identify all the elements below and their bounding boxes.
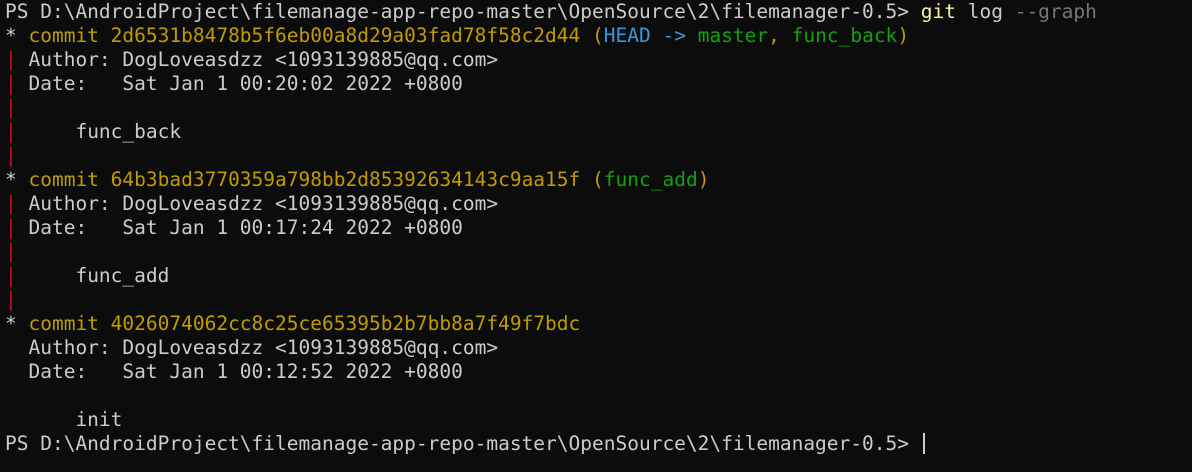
graph-bar: |	[5, 96, 17, 119]
prompt-path: PS D:\AndroidProject\filemanage-app-repo…	[5, 432, 921, 455]
ref-comma: ,	[768, 24, 792, 47]
commit-author: Author: DogLoveasdzz <1093139885@qq.com>	[5, 336, 499, 359]
graph-bar: |	[5, 48, 17, 71]
graph-spacer-line: |	[5, 288, 1192, 312]
commit-header-line: * commit 64b3bad3770359a798bb2d853926341…	[5, 168, 1192, 192]
commit-message-line: init	[5, 408, 1192, 432]
refs-open-paren: (	[580, 24, 604, 47]
commit-hash[interactable]: 2d6531b8478b5f6eb00a8d29a03fad78f58c2d44	[111, 24, 581, 47]
terminal-output[interactable]: PS D:\AndroidProject\filemanage-app-repo…	[5, 0, 1192, 472]
commit-message-line: | func_add	[5, 264, 1192, 288]
graph-node-star: *	[5, 312, 29, 335]
commit-message: init	[5, 408, 123, 431]
commit-header-line: * commit 4026074062cc8c25ce65395b2b7bb8a…	[5, 312, 1192, 336]
graph-bar: |	[5, 120, 17, 143]
commit-date-line: | Date: Sat Jan 1 00:20:02 2022 +0800	[5, 72, 1192, 96]
graph-bar: |	[5, 72, 17, 95]
graph-bar: |	[5, 288, 17, 311]
graph-spacer-line: |	[5, 144, 1192, 168]
commit-author: Author: DogLoveasdzz <1093139885@qq.com>	[16, 192, 499, 215]
prompt-path: PS D:\AndroidProject\filemanage-app-repo…	[5, 0, 921, 23]
graph-spacer-line: |	[5, 240, 1192, 264]
text-cursor[interactable]	[922, 433, 925, 454]
commit-date-line: Date: Sat Jan 1 00:12:52 2022 +0800	[5, 360, 1192, 384]
commit-header-line: * commit 2d6531b8478b5f6eb00a8d29a03fad7…	[5, 24, 1192, 48]
graph-spacer-line: |	[5, 96, 1192, 120]
graph-bar: |	[5, 264, 17, 287]
graph-bar: |	[5, 216, 17, 239]
ref-branch-func-add: func_add	[603, 168, 698, 191]
command-arg-log: log	[967, 0, 1003, 23]
commit-author-line: | Author: DogLoveasdzz <1093139885@qq.co…	[5, 192, 1192, 216]
graph-node-star: *	[5, 24, 29, 47]
refs-open-paren: (	[580, 168, 604, 191]
commit-date-line: | Date: Sat Jan 1 00:17:24 2022 +0800	[5, 216, 1192, 240]
commit-message-line: | func_back	[5, 120, 1192, 144]
commit-message: func_back	[16, 120, 182, 143]
command-flag-graph: --graph	[1014, 0, 1097, 23]
ref-branch-master: master	[697, 24, 769, 47]
commit-date: Date: Sat Jan 1 00:20:02 2022 +0800	[16, 72, 463, 95]
graph-bar: |	[5, 192, 17, 215]
command-prompt-line[interactable]: PS D:\AndroidProject\filemanage-app-repo…	[5, 432, 1192, 456]
commit-label: commit	[28, 312, 111, 335]
commit-hash[interactable]: 64b3bad3770359a798bb2d85392634143c9aa15f	[111, 168, 581, 191]
ref-head: HEAD	[603, 24, 651, 47]
commit-label: commit	[28, 24, 111, 47]
commit-author-line: Author: DogLoveasdzz <1093139885@qq.com>	[5, 336, 1192, 360]
commit-date: Date: Sat Jan 1 00:12:52 2022 +0800	[5, 360, 463, 383]
commit-date: Date: Sat Jan 1 00:17:24 2022 +0800	[16, 216, 463, 239]
refs-close-paren: )	[897, 24, 910, 47]
commit-author-line: | Author: DogLoveasdzz <1093139885@qq.co…	[5, 48, 1192, 72]
commit-hash[interactable]: 4026074062cc8c25ce65395b2b7bb8a7f49f7bdc	[111, 312, 581, 335]
graph-bar: |	[5, 144, 17, 167]
ref-arrow: ->	[650, 24, 698, 47]
graph-node-star: *	[5, 168, 29, 191]
refs-close-paren: )	[697, 168, 710, 191]
ref-branch-func-back: func_back	[791, 24, 898, 47]
commit-message: func_add	[16, 264, 170, 287]
commit-label: commit	[28, 168, 111, 191]
command-git: git	[920, 0, 956, 23]
command-prompt-line: PS D:\AndroidProject\filemanage-app-repo…	[5, 0, 1192, 24]
graph-bar: |	[5, 240, 17, 263]
commit-author: Author: DogLoveasdzz <1093139885@qq.com>	[16, 48, 499, 71]
